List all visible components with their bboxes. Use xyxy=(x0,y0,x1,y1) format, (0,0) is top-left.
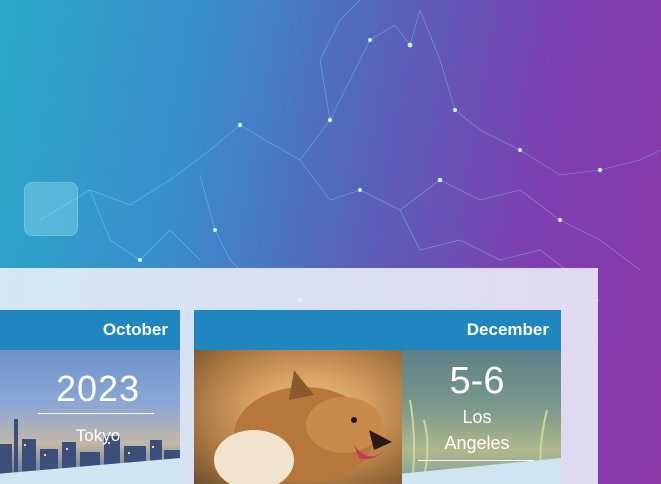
event-city-line1: Los xyxy=(462,407,492,427)
event-city-line2: Angeles xyxy=(444,433,510,453)
event-city: Los Angeles xyxy=(402,404,552,456)
event-year: 2023 xyxy=(55,368,141,409)
month-label: October xyxy=(102,320,168,339)
month-label: December xyxy=(466,320,549,339)
thumbnail-placeholder[interactable] xyxy=(24,182,78,236)
event-city: Tokyo xyxy=(75,426,121,445)
event-dates: 5-6 xyxy=(449,360,505,402)
divider xyxy=(38,413,154,414)
collie-dog-image xyxy=(194,350,402,484)
card-month-header: October xyxy=(0,310,180,350)
divider xyxy=(418,460,534,461)
card-month-header: December xyxy=(194,310,561,350)
